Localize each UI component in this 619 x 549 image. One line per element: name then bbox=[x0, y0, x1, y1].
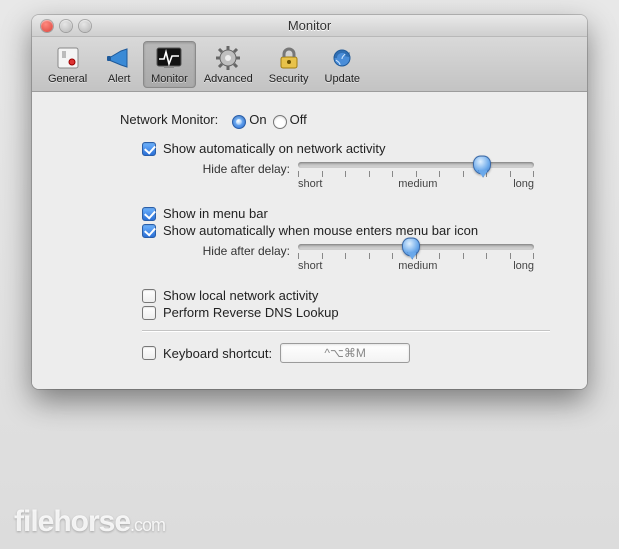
lock-icon bbox=[273, 44, 305, 72]
tick-medium: medium bbox=[398, 260, 437, 272]
gear-icon bbox=[212, 44, 244, 72]
tab-monitor[interactable]: Monitor bbox=[143, 41, 196, 88]
tick-long: long bbox=[513, 178, 534, 190]
slider-activity-delay: Hide after delay: short medium long bbox=[186, 162, 565, 190]
keyboard-shortcut-field[interactable]: ^⌥⌘M bbox=[280, 343, 410, 363]
radio-on-label: On bbox=[249, 112, 266, 127]
toolbar: General Alert Monitor Advanced Security bbox=[32, 37, 587, 92]
tab-security[interactable]: Security bbox=[261, 41, 317, 88]
tick-short: short bbox=[298, 178, 322, 190]
checkbox-show-in-menubar[interactable] bbox=[142, 207, 156, 221]
checkbox-label: Show automatically when mouse enters men… bbox=[163, 223, 478, 238]
watermark-domain: .com bbox=[130, 515, 165, 535]
tick-medium: medium bbox=[398, 178, 437, 190]
radio-off[interactable] bbox=[273, 115, 287, 129]
switch-icon bbox=[52, 44, 84, 72]
slider-label: Hide after delay: bbox=[186, 244, 290, 258]
checkbox-label: Keyboard shortcut: bbox=[163, 346, 272, 361]
slider-thumb[interactable] bbox=[402, 238, 420, 257]
divider bbox=[142, 330, 550, 331]
megaphone-icon bbox=[103, 44, 135, 72]
tick-long: long bbox=[513, 260, 534, 272]
checkbox-label: Show automatically on network activity bbox=[163, 141, 386, 156]
checkbox-show-local[interactable] bbox=[142, 289, 156, 303]
slider-track[interactable] bbox=[298, 162, 534, 168]
checkbox-keyboard-shortcut[interactable] bbox=[142, 346, 156, 360]
watermark-name: filehorse bbox=[14, 505, 130, 538]
slider-hover-delay: Hide after delay: short medium long bbox=[186, 244, 565, 272]
checkbox-show-on-hover[interactable] bbox=[142, 224, 156, 238]
tab-label: Update bbox=[325, 73, 360, 85]
preferences-window: Monitor General Alert Monitor Advanced bbox=[32, 15, 587, 389]
checkbox-label: Show in menu bar bbox=[163, 206, 268, 221]
tab-label: Advanced bbox=[204, 73, 253, 85]
tab-advanced[interactable]: Advanced bbox=[196, 41, 261, 88]
network-monitor-row: Network Monitor: On Off bbox=[120, 112, 565, 127]
titlebar: Monitor bbox=[32, 15, 587, 37]
tab-alert[interactable]: Alert bbox=[95, 41, 143, 88]
radio-on[interactable] bbox=[232, 115, 246, 129]
checkbox-label: Show local network activity bbox=[163, 288, 318, 303]
window-title: Monitor bbox=[32, 18, 587, 33]
watermark: filehorse.com bbox=[14, 505, 165, 539]
tab-label: Monitor bbox=[151, 73, 188, 85]
tab-label: General bbox=[48, 73, 87, 85]
radio-off-label: Off bbox=[290, 112, 307, 127]
refresh-globe-icon bbox=[326, 44, 358, 72]
checkbox-reverse-dns[interactable] bbox=[142, 306, 156, 320]
slider-label: Hide after delay: bbox=[186, 162, 290, 176]
tab-label: Alert bbox=[108, 73, 131, 85]
network-monitor-label: Network Monitor: bbox=[120, 112, 218, 127]
tick-short: short bbox=[298, 260, 322, 272]
content-pane: Network Monitor: On Off Show automatical… bbox=[32, 92, 587, 389]
checkbox-show-on-activity[interactable] bbox=[142, 142, 156, 156]
checkbox-label: Perform Reverse DNS Lookup bbox=[163, 305, 339, 320]
slider-track[interactable] bbox=[298, 244, 534, 250]
tab-update[interactable]: Update bbox=[317, 41, 368, 88]
activity-monitor-icon bbox=[153, 44, 185, 72]
tab-general[interactable]: General bbox=[40, 41, 95, 88]
tab-label: Security bbox=[269, 73, 309, 85]
slider-thumb[interactable] bbox=[473, 156, 491, 175]
